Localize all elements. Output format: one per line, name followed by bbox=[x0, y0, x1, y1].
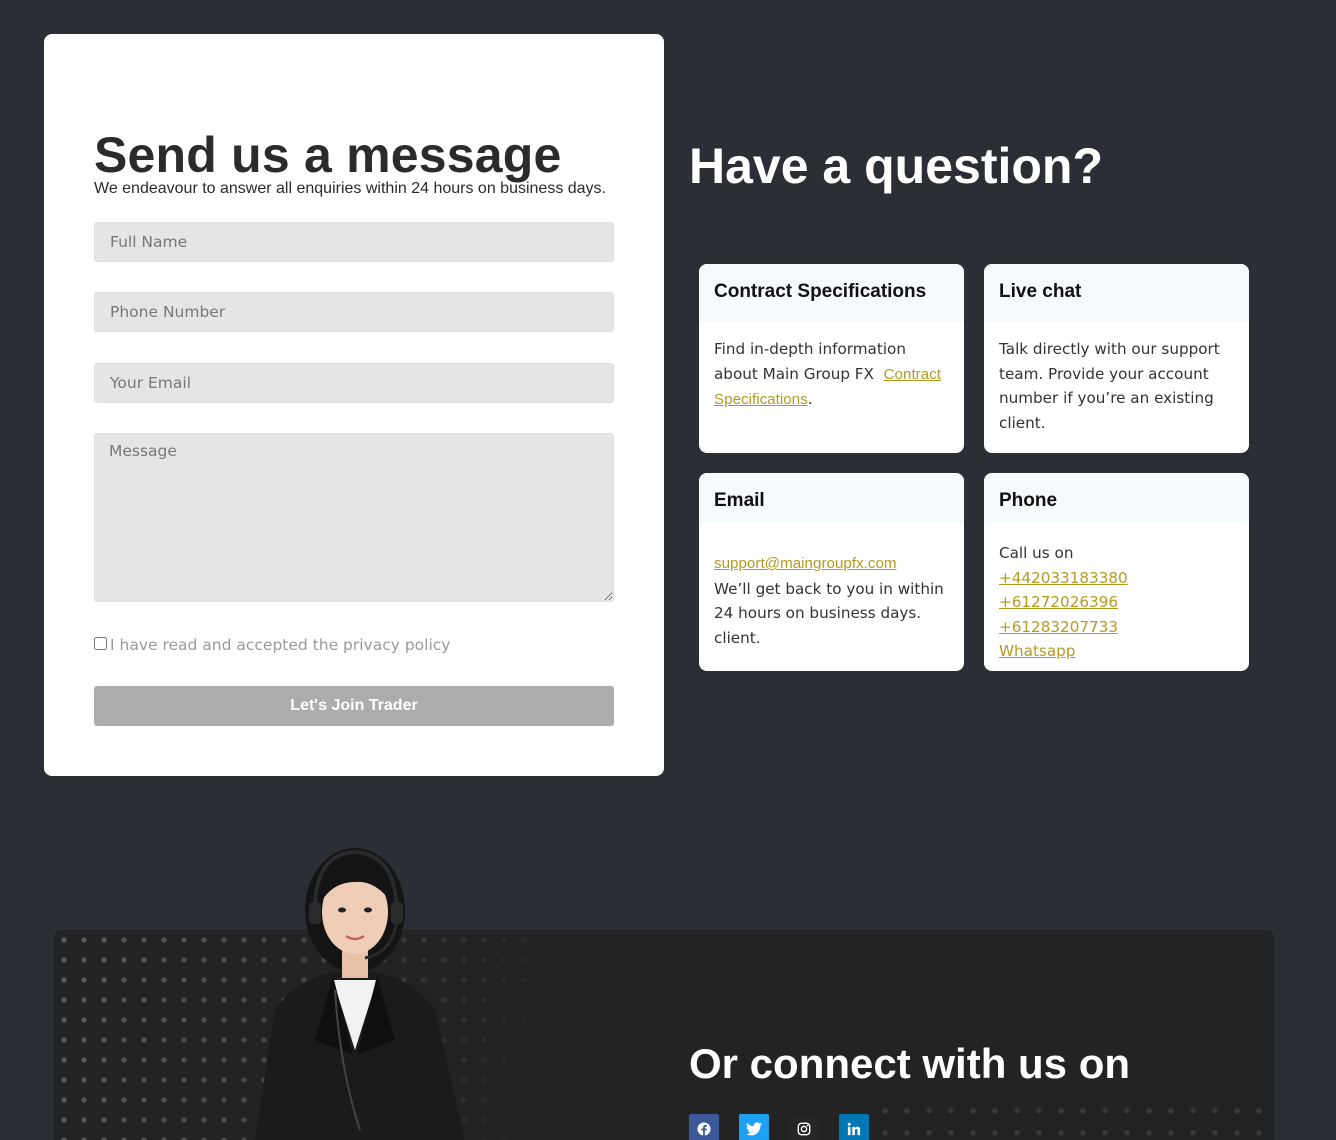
submit-button[interactable]: Let's Join Trader bbox=[94, 686, 614, 726]
privacy-policy-checkbox[interactable] bbox=[94, 636, 107, 650]
whatsapp-link[interactable]: Whatsapp bbox=[999, 639, 1234, 664]
contact-form-card: Send us a message We endeavour to answer… bbox=[44, 34, 664, 776]
contract-specifications-card: Contract Specifications Find in-depth in… bbox=[699, 264, 964, 453]
contract-card-text: Find in-depth information about Main Gro… bbox=[714, 340, 906, 383]
contract-card-suffix: . bbox=[807, 390, 813, 408]
linkedin-icon[interactable] bbox=[839, 1114, 869, 1140]
phone-link-uk[interactable]: +442033183380 bbox=[999, 566, 1234, 591]
instagram-icon[interactable] bbox=[789, 1114, 819, 1140]
phone-link-au-2[interactable]: +61283207733 bbox=[999, 615, 1234, 640]
email-card: Email support@maingroupfx.com We’ll get … bbox=[699, 473, 964, 671]
contract-card-title: Contract Specifications bbox=[699, 264, 964, 322]
twitter-icon[interactable] bbox=[739, 1114, 769, 1140]
email-card-body: support@maingroupfx.com We’ll get back t… bbox=[699, 523, 964, 650]
privacy-policy-label: I have read and accepted the privacy pol… bbox=[110, 636, 451, 654]
live-chat-text: Talk directly with our support team. Pro… bbox=[999, 340, 1220, 432]
email-card-title: Email bbox=[699, 473, 964, 523]
email-input[interactable] bbox=[94, 363, 614, 403]
support-email-link[interactable]: support@maingroupfx.com bbox=[714, 555, 897, 572]
question-title: Have a question? bbox=[689, 138, 1103, 194]
full-name-input[interactable] bbox=[94, 222, 614, 262]
phone-number-input[interactable] bbox=[94, 292, 614, 332]
email-card-text: We’ll get back to you in within 24 hours… bbox=[714, 579, 944, 647]
support-agent-image bbox=[255, 848, 465, 1140]
facebook-icon[interactable] bbox=[689, 1114, 719, 1140]
contract-card-body: Find in-depth information about Main Gro… bbox=[699, 322, 964, 413]
phone-card-title: Phone bbox=[984, 473, 1249, 523]
phone-card-text: Call us on bbox=[999, 544, 1074, 562]
live-chat-card[interactable]: Live chat Talk directly with our support… bbox=[984, 264, 1249, 453]
privacy-policy-row[interactable]: I have read and accepted the privacy pol… bbox=[94, 636, 450, 654]
message-textarea[interactable] bbox=[94, 433, 614, 602]
phone-card-body: Call us on +442033183380 +61272026396 +6… bbox=[984, 523, 1249, 664]
dot-pattern-decoration-right bbox=[874, 1100, 1274, 1140]
phone-link-au-1[interactable]: +61272026396 bbox=[999, 590, 1234, 615]
form-title: Send us a message bbox=[94, 127, 562, 183]
phone-card: Phone Call us on +442033183380 +61272026… bbox=[984, 473, 1249, 671]
live-chat-title: Live chat bbox=[984, 264, 1249, 322]
form-subtitle: We endeavour to answer all enquiries wit… bbox=[94, 180, 606, 197]
social-links bbox=[689, 1114, 869, 1140]
connect-title: Or connect with us on bbox=[689, 1040, 1131, 1087]
